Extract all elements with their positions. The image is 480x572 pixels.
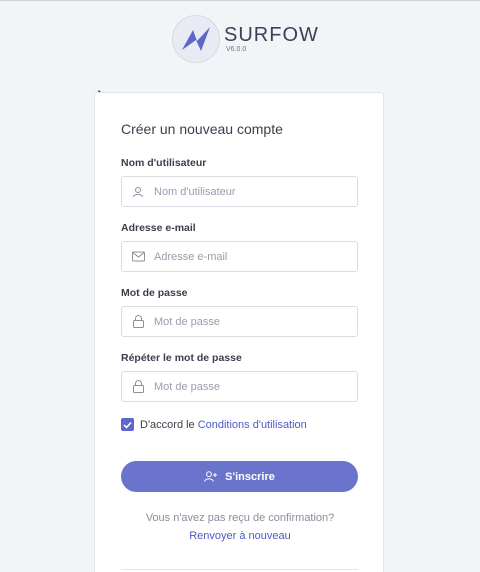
signup-button-label: S'inscrire	[225, 470, 275, 483]
password-input[interactable]	[154, 307, 349, 336]
terms-text: D'accord le	[140, 418, 195, 431]
username-input[interactable]	[154, 177, 349, 206]
user-icon	[122, 186, 154, 198]
brand-version: V6.0.0	[226, 46, 247, 53]
check-icon	[123, 421, 132, 429]
brand-logo: SURFOW V6.0.0	[172, 15, 319, 63]
mail-icon	[122, 251, 154, 262]
email-field-wrapper	[121, 241, 358, 272]
password-repeat-input[interactable]	[154, 372, 349, 401]
password-label: Mot de passe	[121, 287, 188, 299]
email-label: Adresse e-mail	[121, 222, 196, 234]
resend-confirmation-link[interactable]: Renvoyer à nouveau	[95, 530, 385, 542]
username-label: Nom d'utilisateur	[121, 157, 207, 169]
email-input[interactable]	[154, 242, 349, 271]
lock-icon	[122, 380, 154, 393]
password-field-wrapper	[121, 306, 358, 337]
user-plus-icon	[204, 471, 218, 482]
signup-button[interactable]: S'inscrire	[121, 461, 358, 492]
terms-link[interactable]: Conditions d'utilisation	[198, 419, 307, 431]
username-field-wrapper	[121, 176, 358, 207]
page-title: Créer un nouveau compte	[121, 121, 283, 137]
password-repeat-label: Répéter le mot de passe	[121, 352, 242, 364]
password-repeat-field-wrapper	[121, 371, 358, 402]
brand-name: SURFOW	[224, 24, 319, 46]
terms-checkbox[interactable]	[121, 418, 134, 431]
divider	[121, 569, 358, 570]
logo-bolt-icon	[172, 15, 220, 63]
lock-icon	[122, 315, 154, 328]
no-confirmation-text: Vous n'avez pas reçu de confirmation?	[145, 512, 335, 524]
terms-agreement: D'accord le Conditions d'utilisation	[121, 418, 307, 431]
signup-card: Créer un nouveau compte Nom d'utilisateu…	[94, 92, 384, 572]
